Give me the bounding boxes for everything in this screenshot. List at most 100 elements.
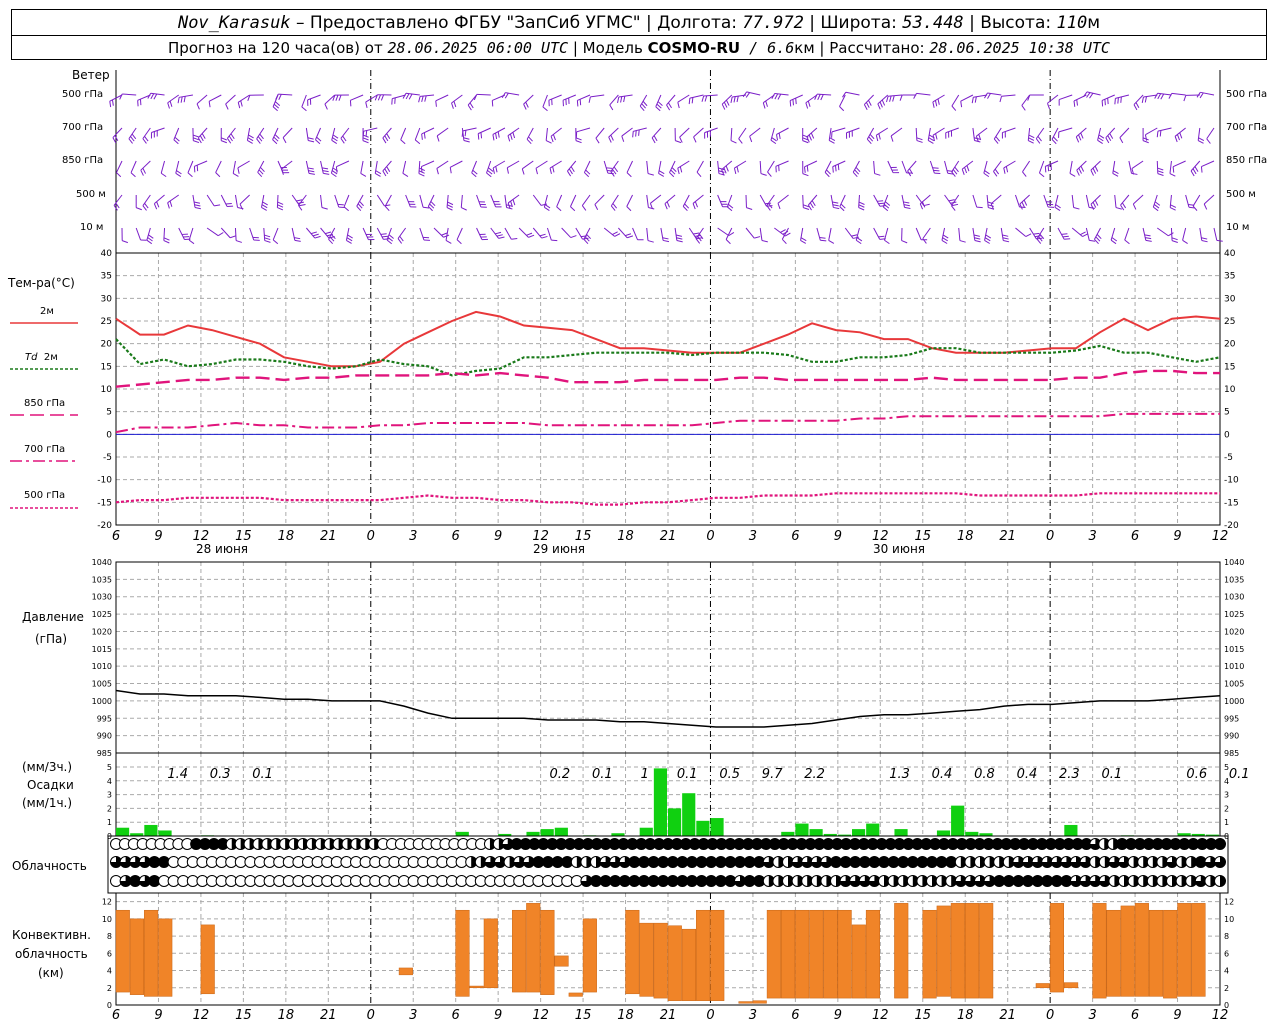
precip-bar bbox=[866, 823, 880, 836]
conv-bar bbox=[1064, 982, 1079, 989]
wind-barb bbox=[291, 227, 301, 242]
wind-barb bbox=[177, 94, 193, 104]
precip-bar bbox=[653, 768, 667, 836]
wind-barb bbox=[1097, 127, 1105, 144]
wind-barb bbox=[427, 194, 436, 212]
wind-barb bbox=[688, 227, 703, 240]
wind-barb bbox=[915, 227, 928, 241]
conv-ytick-right: 2 bbox=[1224, 984, 1229, 993]
wind-barb bbox=[721, 160, 733, 176]
temp-ytick-right: 30 bbox=[1224, 294, 1236, 304]
wind-barb bbox=[461, 127, 477, 137]
wind-barb bbox=[877, 94, 889, 110]
wind-barb bbox=[626, 194, 633, 212]
wind-barb bbox=[1054, 194, 1061, 212]
precip-bar bbox=[951, 805, 965, 836]
conv-xtick-label: 9 bbox=[834, 1008, 842, 1023]
wind-barb bbox=[320, 227, 335, 239]
wind-barb bbox=[873, 227, 886, 240]
conv-xtick-label: 18 bbox=[617, 1008, 634, 1023]
precip-bar bbox=[554, 827, 568, 836]
wind-barb bbox=[256, 127, 265, 144]
wind-barb bbox=[188, 227, 195, 245]
wind-barb bbox=[526, 127, 534, 145]
day-label: 28 июня bbox=[196, 542, 248, 556]
wind-barb bbox=[583, 160, 591, 178]
wind-barb bbox=[984, 227, 992, 244]
wind-barb bbox=[449, 160, 463, 174]
conv-bar bbox=[681, 928, 696, 1001]
temp-ytick-right: 15 bbox=[1224, 362, 1235, 372]
wind-barb bbox=[932, 127, 945, 142]
wind-barb bbox=[824, 160, 832, 178]
pressure-ytick-left: 1025 bbox=[92, 610, 112, 619]
precip-ytick-left: 2 bbox=[107, 804, 112, 813]
temp-xtick-label: 21 bbox=[320, 529, 337, 544]
conv-bar bbox=[469, 985, 484, 989]
wind-barb bbox=[365, 94, 378, 109]
pressure-ytick-right: 1005 bbox=[1224, 680, 1244, 689]
wind-barb bbox=[1051, 127, 1059, 145]
wind-barb bbox=[704, 127, 718, 139]
wind-barb bbox=[770, 127, 777, 145]
wind-barb bbox=[405, 194, 417, 208]
wind-barb bbox=[1071, 227, 1089, 237]
conv-bar bbox=[1148, 909, 1164, 997]
wind-barb bbox=[581, 194, 591, 211]
wind-barb bbox=[160, 160, 167, 178]
pressure-ytick-left: 985 bbox=[97, 749, 112, 758]
precip-bar bbox=[852, 829, 866, 836]
pressure-ytick-left: 1020 bbox=[92, 627, 112, 636]
conv-ytick-left: 10 bbox=[102, 915, 112, 924]
wind-barb bbox=[839, 194, 846, 212]
wind-barb bbox=[436, 127, 449, 142]
conv-bar bbox=[200, 924, 215, 995]
wind-barb bbox=[490, 194, 502, 208]
precip-bar bbox=[526, 831, 540, 836]
wind-barb bbox=[320, 194, 328, 210]
wind-barb bbox=[1093, 227, 1102, 245]
wind-barb bbox=[532, 227, 548, 239]
wind-barb bbox=[362, 227, 375, 241]
conv-bar bbox=[115, 909, 130, 993]
precip-bar bbox=[668, 808, 682, 836]
wind-barb bbox=[1075, 127, 1087, 143]
wind-barb bbox=[1169, 194, 1177, 211]
conv-xtick-label: 3 bbox=[409, 1008, 417, 1023]
wind-barb bbox=[397, 227, 407, 244]
precip-bar bbox=[116, 827, 130, 836]
conv-xtick-label: 3 bbox=[749, 1008, 757, 1023]
precip-total-label: 1.4 bbox=[167, 767, 188, 782]
pressure-ytick-left: 1005 bbox=[92, 680, 112, 689]
wind-barb bbox=[875, 127, 889, 142]
conv-bar bbox=[526, 903, 541, 993]
temp-ytick-right: -10 bbox=[1224, 476, 1239, 486]
wind-barb bbox=[1170, 227, 1178, 243]
conv-bar bbox=[1134, 903, 1149, 997]
wind-barb bbox=[135, 227, 147, 241]
wind-barb bbox=[320, 160, 330, 175]
precip-bar bbox=[1064, 824, 1078, 836]
wind-barb bbox=[197, 127, 208, 144]
wind-barb bbox=[789, 94, 803, 107]
wind-barb bbox=[839, 94, 846, 112]
wind-barb bbox=[677, 160, 690, 175]
wind-barb bbox=[153, 194, 165, 210]
conv-bar bbox=[483, 918, 498, 989]
wind-barb bbox=[276, 194, 284, 211]
wind-barb bbox=[603, 227, 621, 237]
wind-barb bbox=[646, 160, 654, 176]
conv-bar bbox=[809, 909, 824, 999]
pressure-ytick-right: 1030 bbox=[1224, 593, 1244, 602]
wind-barb bbox=[767, 160, 775, 177]
conv-bar bbox=[653, 922, 668, 999]
conv-bar bbox=[795, 909, 810, 999]
conv-bar bbox=[639, 922, 654, 997]
wind-barb bbox=[913, 92, 931, 99]
wind-barb bbox=[1105, 127, 1116, 144]
temp-xtick-label: 9 bbox=[494, 529, 502, 544]
wind-barb bbox=[886, 94, 903, 103]
wind-barb bbox=[335, 160, 350, 173]
wind-barb bbox=[382, 160, 392, 177]
conv-xtick-label: 3 bbox=[1088, 1008, 1096, 1023]
